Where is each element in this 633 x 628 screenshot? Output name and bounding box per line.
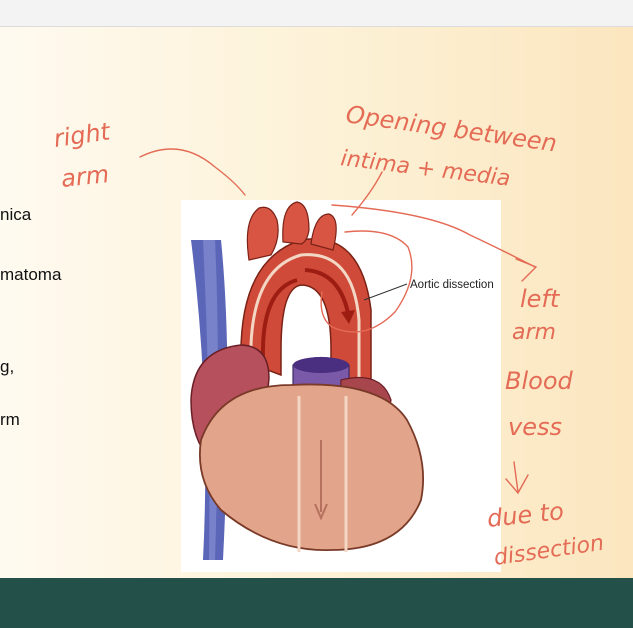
slide-text-line-2: matoma [0, 265, 62, 284]
slide-text-line-4: rm [0, 410, 20, 429]
slide-text-line-3: g, [0, 357, 15, 376]
slide-canvas: nica matoma g, rm Aortic dissection righ… [0, 27, 633, 578]
ink-dissection: dissection [492, 531, 605, 571]
ink-arm-right: arm [512, 320, 556, 345]
ventricles [199, 383, 424, 551]
ink-opening: Opening between [344, 100, 558, 157]
slide-footer-bar [0, 578, 633, 628]
ink-right: right [52, 117, 113, 153]
heart-drawing: Aortic dissection [190, 201, 494, 560]
top-toolbar [0, 0, 633, 27]
figure-label-aortic-dissection: Aortic dissection [410, 279, 494, 291]
heart-illustration: Aortic dissection [181, 200, 501, 572]
slide-text-line-1: nica [0, 205, 32, 224]
ink-blood: Blood [505, 367, 574, 395]
ink-left: left [520, 285, 561, 313]
ink-intima-media: intima + media [339, 146, 511, 192]
ink-arm-left: arm [60, 160, 111, 193]
ink-arrow-right-arm [139, 148, 246, 196]
ink-vessel: vess [508, 413, 562, 441]
